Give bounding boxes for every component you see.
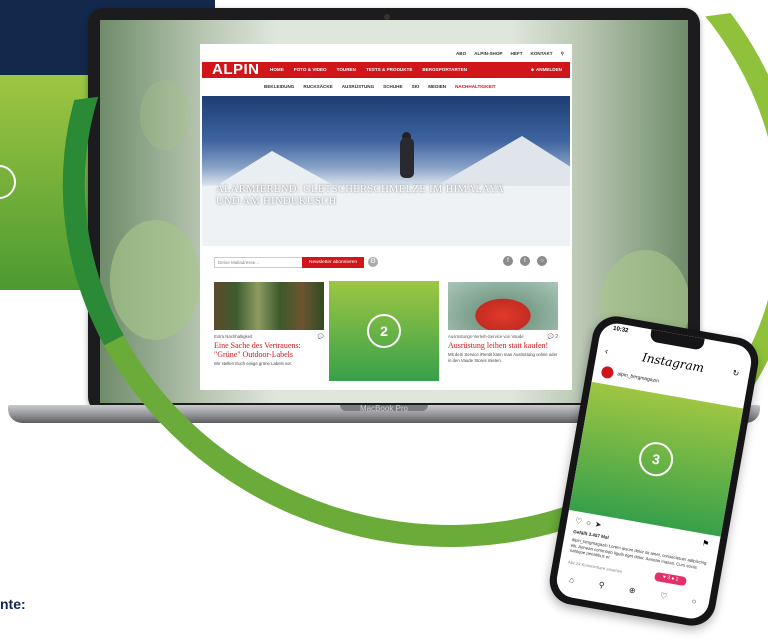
nav-bergsportarten[interactable]: BERGSPORTARTEN [422, 67, 467, 72]
nav-home[interactable]: HOME [270, 67, 284, 72]
facebook-icon[interactable]: f [503, 256, 513, 266]
card-kicker: Ausrüstungs-Verleih-Service von Vaude [448, 334, 524, 339]
search-icon[interactable]: ⚲ [561, 51, 564, 57]
alpin-logo[interactable]: ALPIN [212, 62, 260, 78]
top-nav-abo[interactable]: ABO [456, 51, 466, 57]
hero-image[interactable]: ALARMIEREND: GLETSCHERSCHMELZE IM HIMALA… [202, 96, 570, 246]
login-label: ANMELDEN [535, 67, 562, 72]
subnav-ski[interactable]: SKI [412, 84, 420, 89]
nav-foto-video[interactable]: FOTO & VIDEO [294, 67, 327, 72]
comment-icon: 💬 [547, 334, 554, 340]
subnav-ausruestung[interactable]: AUSRÜSTUNG [342, 84, 374, 89]
alpin-website: ABO ALPIN-SHOP HEFT KONTAKT ⚲ ALPIN HOME… [200, 44, 572, 390]
share-icon[interactable]: ➤ [594, 520, 606, 531]
top-nav-shop[interactable]: ALPIN-SHOP [474, 51, 502, 57]
subnav-schuhe[interactable]: SCHUHE [383, 84, 402, 89]
settings-icon[interactable]: ⚙ [368, 257, 378, 267]
article-card-rental[interactable]: 💬 2 Ausrüstungs-Verleih-Service von Vaud… [448, 282, 558, 364]
placeholder-block-2: 2 [329, 281, 439, 381]
instagram-post-image[interactable]: 3 [568, 381, 744, 537]
phone-notch [649, 329, 705, 351]
subnav-bekleidung[interactable]: BEKLEIDUNG [264, 84, 294, 89]
card-text: Wir stellen Euch einige grüne Labels vor… [214, 361, 292, 366]
leaf-decoration [140, 80, 190, 150]
card-title[interactable]: Ausrüstung leihen statt kaufen! [448, 341, 558, 350]
comment-icon: 💬 [317, 334, 324, 340]
post-caption: alpin_bergmagazin Lorem ipsum dolor sit … [569, 536, 707, 570]
home-icon[interactable]: ⌂ [569, 575, 575, 585]
activity-icon[interactable]: ♡ [659, 591, 668, 601]
notification-badge: ♥ 3 ● 2 [653, 571, 688, 587]
article-card-labels[interactable]: 💬 Extra Nachhaltigkeit Eine Sache des Ve… [214, 282, 324, 367]
nav-touren[interactable]: TOUREN [337, 67, 356, 72]
placeholder-number: 3 [636, 439, 676, 479]
avatar[interactable] [600, 365, 615, 380]
twitter-icon[interactable]: t [520, 256, 530, 266]
top-nav: ABO ALPIN-SHOP HEFT KONTAKT ⚲ [456, 51, 564, 57]
newsletter-subscribe-button[interactable]: Newsletter abonnieren [302, 257, 364, 268]
subnav-rucksaecke[interactable]: RUCKSÄCKE [303, 84, 332, 89]
leaf-decoration [110, 220, 200, 340]
placeholder-number: 2 [367, 314, 401, 348]
search-icon[interactable]: ⚲ [598, 580, 605, 590]
status-time: 10:32 [612, 325, 629, 335]
partial-heading: nte: [0, 596, 26, 612]
view-comments-link[interactable]: Alle 24 Kommentare ansehen [567, 559, 622, 574]
newsletter-email-input[interactable]: Deine Mailadresse... [214, 257, 303, 268]
hero-title[interactable]: ALARMIEREND: GLETSCHERSCHMELZE IM HIMALA… [216, 184, 516, 208]
top-nav-kontakt[interactable]: KONTAKT [531, 51, 553, 57]
subnav-medien[interactable]: MEDIEN [428, 84, 446, 89]
tent-sleeping-bag-image [448, 282, 558, 330]
nav-tests-produkte[interactable]: TESTS & PRODUKTE [366, 67, 412, 72]
comment-count: 💬 2 [548, 334, 558, 340]
account-handle[interactable]: alpin_bergmagazin [617, 371, 660, 384]
profile-icon[interactable]: ○ [691, 597, 697, 607]
bookmark-icon[interactable]: ⚑ [701, 539, 710, 549]
card-text: Mit dem Service iRentit kann man Ausrüst… [448, 352, 558, 363]
sub-nav: BEKLEIDUNG RUCKSÄCKE AUSRÜSTUNG SCHUHE S… [264, 84, 496, 89]
comment-count-value: 2 [555, 334, 558, 340]
card-title[interactable]: Eine Sache des Vertrauens: "Grüne" Outdo… [214, 341, 324, 359]
login-link[interactable]: ☻ ANMELDEN [530, 67, 562, 72]
forest-image [214, 282, 324, 330]
top-nav-heft[interactable]: HEFT [511, 51, 523, 57]
tab-bar: ⌂ ⚲ ⊕ ♡ ○ [556, 573, 709, 609]
main-nav: HOME FOTO & VIDEO TOUREN TESTS & PRODUKT… [270, 67, 467, 72]
card-kicker: Extra Nachhaltigkeit [214, 334, 253, 339]
climber-figure [400, 138, 414, 178]
instagram-icon[interactable]: ○ [537, 256, 547, 266]
subnav-nachhaltigkeit[interactable]: NACHHALTIGKEIT [455, 84, 496, 89]
macbook-label: MacBook Pro [359, 404, 409, 413]
add-post-icon[interactable]: ⊕ [628, 586, 636, 596]
post-actions: ♡○➤ [574, 516, 606, 530]
